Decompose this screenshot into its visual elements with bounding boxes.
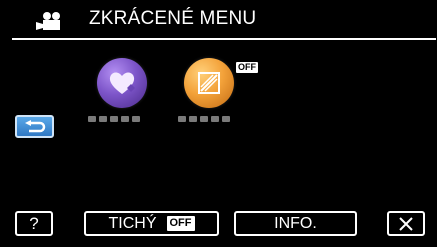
video-camera-icon: [36, 12, 60, 30]
silent-mode-button[interactable]: TICHÝ OFF: [84, 211, 219, 236]
edit-icon: [198, 72, 220, 94]
page-title: ZKRÁCENÉ MENU: [89, 8, 257, 29]
off-badge: OFF: [236, 62, 258, 73]
silent-label: TICHÝ: [108, 214, 157, 232]
app-label-placeholder: [178, 116, 230, 123]
help-button[interactable]: ?: [15, 211, 53, 236]
silent-state-badge: OFF: [166, 216, 195, 231]
screen-header: ZKRÁCENÉ MENU: [12, 0, 436, 40]
help-label: ?: [29, 213, 39, 233]
edit-app-button[interactable]: [184, 58, 234, 108]
back-button[interactable]: [15, 115, 54, 138]
heart-icon: [109, 72, 135, 94]
info-label: INFO.: [274, 214, 317, 232]
close-icon: [399, 216, 413, 231]
info-button[interactable]: INFO.: [234, 211, 357, 236]
app-label-placeholder: [88, 116, 140, 123]
return-arrow-icon: [24, 119, 45, 132]
close-button[interactable]: [387, 211, 425, 236]
heart-app-button[interactable]: [97, 58, 147, 108]
